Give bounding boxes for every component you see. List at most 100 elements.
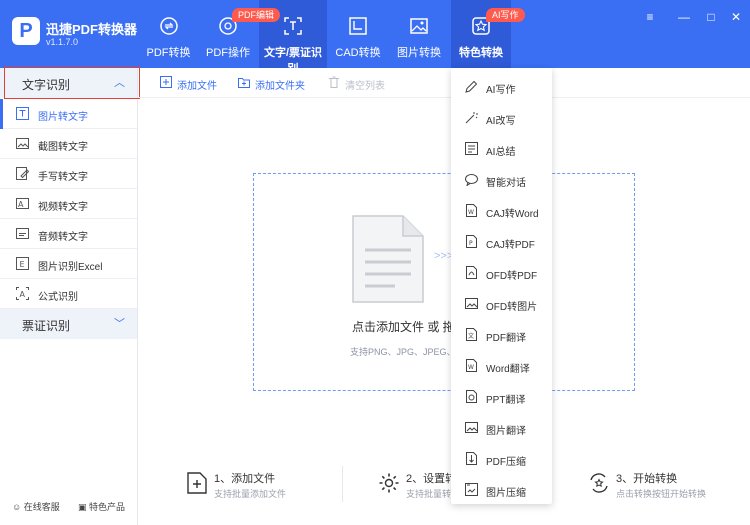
menu-item-caj-pdf[interactable]: P CAJ转PDF bbox=[451, 226, 552, 256]
product-icon: ▣ bbox=[78, 502, 87, 512]
section-title: 票证识别 bbox=[22, 319, 71, 333]
menu-icon[interactable]: ≡ bbox=[643, 10, 657, 24]
settings-gear-icon bbox=[379, 473, 399, 493]
step-subtitle: 点击转换按钮开始转换 bbox=[616, 489, 707, 499]
section-ticket-ocr[interactable]: 票证识别 ﹀ bbox=[0, 309, 137, 339]
pen-icon bbox=[465, 80, 478, 93]
ocr-scan-icon bbox=[284, 17, 302, 35]
svg-text:P: P bbox=[469, 240, 473, 247]
chevron-down-icon: ﹀ bbox=[114, 318, 125, 330]
text-t-icon bbox=[16, 107, 29, 120]
menu-item-image-translate[interactable]: 图片翻译 bbox=[451, 412, 552, 442]
sidebar-item-screenshot-to-text[interactable]: 截图转文字 bbox=[0, 129, 137, 159]
sidebar-item-excel[interactable]: E 图片识别Excel bbox=[0, 249, 137, 279]
headset-icon: ☺ bbox=[12, 502, 22, 512]
highlight-frame bbox=[4, 66, 140, 99]
sidebar-item-audio[interactable]: 音频转文字 bbox=[0, 219, 137, 249]
menu-item-label: AI改写 bbox=[486, 116, 516, 127]
menu-item-label: OFD转PDF bbox=[486, 271, 538, 282]
menu-item-caj-word[interactable]: W CAJ转Word bbox=[451, 195, 552, 225]
step-title: 1、添加文件 bbox=[214, 473, 276, 485]
svg-text:A: A bbox=[18, 200, 24, 209]
menu-item-ofd-image[interactable]: OFD转图片 bbox=[451, 288, 552, 318]
featured-products-link[interactable]: ▣ 特色产品 bbox=[78, 500, 125, 513]
image-icon bbox=[410, 18, 428, 34]
handwriting-icon bbox=[16, 167, 29, 180]
close-icon[interactable]: ✕ bbox=[729, 10, 743, 24]
magic-wand-icon bbox=[465, 112, 478, 124]
maximize-icon[interactable]: □ bbox=[704, 10, 718, 24]
menu-item-ofd-pdf[interactable]: OFD转PDF bbox=[451, 257, 552, 287]
add-file-icon bbox=[160, 76, 172, 88]
menu-item-label: CAJ转Word bbox=[486, 209, 539, 220]
ai-write-badge: AI写作 bbox=[486, 8, 525, 22]
menu-item-pdf-compress[interactable]: PDF压缩 bbox=[451, 443, 552, 473]
tab-image[interactable]: 图片转换 bbox=[390, 0, 448, 68]
file-drop-zone[interactable]: >>> bbox=[253, 173, 635, 391]
button-label: 添加文件 bbox=[177, 81, 217, 92]
sidebar-item-handwriting[interactable]: 手写转文字 bbox=[0, 159, 137, 189]
top-bar: P 迅捷PDF转换器 v1.1.7.0 PDF转换 PDF操作 文字/票证识别 … bbox=[0, 0, 750, 75]
pdf-edit-badge: PDF编辑 bbox=[232, 8, 281, 22]
pdf-translate-icon: 文 bbox=[466, 328, 477, 341]
menu-item-label: OFD转图片 bbox=[486, 302, 538, 313]
svg-text:W: W bbox=[468, 209, 474, 216]
svg-text:A: A bbox=[20, 290, 26, 299]
tab-label: PDF转换 bbox=[146, 47, 191, 59]
trash-icon bbox=[329, 76, 339, 88]
menu-item-ai-summary[interactable]: AI总结 bbox=[451, 133, 552, 163]
summary-icon bbox=[465, 142, 478, 155]
ofd-image-icon bbox=[465, 298, 478, 309]
menu-item-label: 智能对话 bbox=[486, 178, 526, 189]
sidebar-item-formula[interactable]: A 公式识别 bbox=[0, 279, 137, 309]
cad-icon bbox=[349, 17, 367, 35]
tab-cad[interactable]: CAD转换 bbox=[331, 0, 385, 68]
step-title: 3、开始转换 bbox=[616, 473, 678, 485]
menu-item-ppt-translate[interactable]: PPT翻译 bbox=[451, 381, 552, 411]
minimize-icon[interactable]: — bbox=[677, 10, 691, 24]
sidebar-item-label: 公式识别 bbox=[38, 292, 78, 303]
drop-sub-text: 支持PNG、JPG、JPEG、 bbox=[350, 347, 456, 357]
online-support-link[interactable]: ☺ 在线客服 bbox=[12, 500, 60, 513]
add-file-step-icon bbox=[187, 472, 207, 494]
menu-item-word-translate[interactable]: W Word翻译 bbox=[451, 350, 552, 380]
ofd-pdf-icon bbox=[466, 266, 477, 279]
tab-label: CAD转换 bbox=[335, 47, 381, 59]
steps-bar: 1、添加文件 支持批量添加文件 2、设置转 支持批量转换 3、开始转换 点击转换… bbox=[138, 458, 750, 508]
step-divider bbox=[342, 466, 343, 502]
drop-main-text: 点击添加文件 或 拖 bbox=[352, 320, 455, 334]
app-logo: P bbox=[12, 17, 40, 45]
tab-pdf-convert[interactable]: PDF转换 bbox=[141, 0, 196, 68]
menu-item-label: PDF翻译 bbox=[486, 333, 526, 344]
sidebar-item-label: 图片识别Excel bbox=[38, 262, 103, 273]
sidebar-item-video[interactable]: A 视频转文字 bbox=[0, 189, 137, 219]
svg-text:E: E bbox=[20, 260, 25, 269]
menu-item-ai-write[interactable]: AI写作 bbox=[451, 71, 552, 101]
menu-item-image-compress[interactable]: 图片压缩 bbox=[451, 474, 552, 504]
menu-item-label: 图片翻译 bbox=[486, 426, 526, 437]
toolbar: 添加文件 添加文件夹 清空列表 bbox=[138, 68, 750, 98]
image-compress-icon bbox=[465, 483, 478, 496]
menu-item-label: Word翻译 bbox=[486, 364, 530, 375]
menu-item-label: AI写作 bbox=[486, 85, 516, 96]
footer-label: 特色产品 bbox=[89, 502, 126, 512]
menu-item-label: PDF压缩 bbox=[486, 457, 526, 468]
menu-item-smart-chat[interactable]: 智能对话 bbox=[451, 164, 552, 194]
tab-label: 特色转换 bbox=[459, 47, 503, 59]
sidebar-item-image-to-text[interactable]: 图片转文字 bbox=[0, 99, 137, 129]
tab-label: PDF操作 bbox=[206, 47, 250, 59]
menu-item-label: 图片压缩 bbox=[486, 488, 526, 499]
tab-label: 图片转换 bbox=[397, 47, 441, 59]
pdf-compress-icon bbox=[466, 452, 477, 465]
ppt-translate-icon bbox=[466, 390, 477, 403]
sidebar-item-label: 手写转文字 bbox=[38, 172, 88, 183]
menu-item-ai-rewrite[interactable]: AI改写 bbox=[451, 102, 552, 132]
word-doc-icon: W bbox=[466, 204, 477, 217]
pdf-convert-icon bbox=[159, 17, 178, 35]
menu-item-label: CAJ转PDF bbox=[486, 240, 535, 251]
menu-item-label: AI总结 bbox=[486, 147, 516, 158]
menu-item-label: PPT翻译 bbox=[486, 395, 526, 406]
menu-item-pdf-translate[interactable]: 文 PDF翻译 bbox=[451, 319, 552, 349]
sidebar: 文字识别 ︿ 图片转文字 截图转文字 手写转文字 A 视频转文字 音频转文字 E… bbox=[0, 68, 138, 525]
step-title: 2、设置转 bbox=[406, 473, 457, 485]
